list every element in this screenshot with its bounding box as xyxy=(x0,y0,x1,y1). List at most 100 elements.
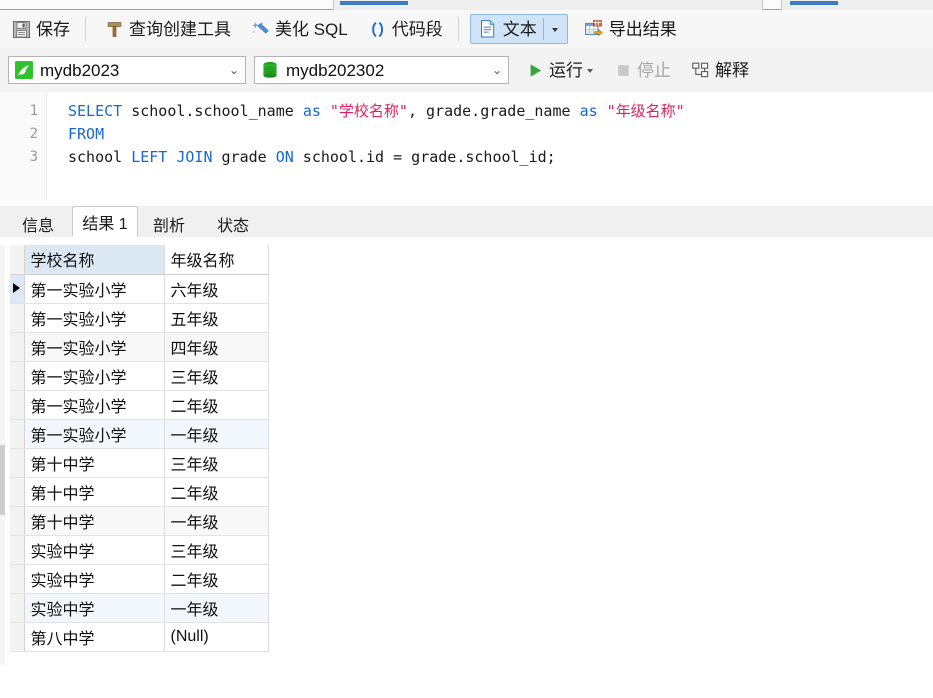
table-cell[interactable]: 第一实验小学 xyxy=(24,332,165,362)
table-row[interactable]: 第一实验小学 五年级 xyxy=(10,303,269,333)
table-cell[interactable]: 实验中学 xyxy=(24,564,165,594)
row-gutter-cell[interactable] xyxy=(10,303,25,333)
row-gutter-cell[interactable] xyxy=(10,390,25,420)
tab-fragment-right[interactable] xyxy=(762,0,782,10)
table-cell[interactable]: 第一实验小学 xyxy=(24,390,165,420)
row-gutter-cell[interactable] xyxy=(10,274,25,304)
save-button[interactable]: 保存 xyxy=(4,14,78,44)
tab-status-label: 状态 xyxy=(216,217,249,235)
result-table: 学校名称 年级名称 第一实验小学 六年级 第一实验小学 五年级 第一实验小学 四年级 第一实… xyxy=(10,245,269,652)
stop-button[interactable]: 停止 xyxy=(607,55,679,85)
table-row[interactable]: 实验中学 一年级 xyxy=(10,593,269,623)
table-cell[interactable]: 三年级 xyxy=(164,448,269,478)
row-gutter-cell[interactable] xyxy=(10,419,25,449)
row-gutter-cell[interactable] xyxy=(10,332,25,362)
table-cell[interactable]: 一年级 xyxy=(164,419,269,449)
connection-select-value: mydb2023 xyxy=(40,60,120,80)
export-grid-icon xyxy=(584,20,603,37)
table-row[interactable]: 第一实验小学 三年级 xyxy=(10,361,269,391)
table-cell[interactable]: 实验中学 xyxy=(24,593,165,623)
cell-null[interactable]: (Null) xyxy=(164,622,269,652)
table-row[interactable]: 第一实验小学 六年级 xyxy=(10,274,269,304)
toolbar-separator-1 xyxy=(85,17,86,41)
chevron-down-icon[interactable]: ⌄ xyxy=(223,64,245,76)
sql-editor[interactable]: 1 SELECT school.school_name as "学校名称", gr… xyxy=(0,92,933,200)
parentheses-icon xyxy=(371,21,383,37)
table-row[interactable]: 第一实验小学 四年级 xyxy=(10,332,269,362)
tab-result-1[interactable]: 结果 1 xyxy=(72,206,138,237)
table-cell[interactable]: 第一实验小学 xyxy=(24,361,165,391)
table-row[interactable]: 实验中学 二年级 xyxy=(10,564,269,594)
grid-scrollbar-thumb[interactable] xyxy=(0,445,5,515)
sql-line-text: FROM xyxy=(68,125,105,143)
row-gutter-cell[interactable] xyxy=(10,535,25,565)
table-cell[interactable]: 第十中学 xyxy=(24,506,165,536)
mysql-dolphin-icon xyxy=(15,61,33,79)
text-view-split-divider xyxy=(542,18,544,40)
magic-wand-icon xyxy=(252,21,269,33)
table-row[interactable]: 第一实验小学 二年级 xyxy=(10,390,269,420)
chevron-down-icon[interactable] xyxy=(551,28,558,32)
tab-result-1-label: 结果 1 xyxy=(82,215,128,233)
table-cell[interactable]: 第八中学 xyxy=(24,622,165,652)
table-row[interactable]: 第一实验小学 一年级 xyxy=(10,419,269,449)
table-header-row: 学校名称 年级名称 xyxy=(10,245,269,275)
chevron-down-icon[interactable] xyxy=(587,69,593,73)
query-builder-label: 查询创建工具 xyxy=(129,19,231,39)
tab-fragment-left[interactable] xyxy=(0,0,334,10)
connection-select[interactable]: mydb2023 ⌄ xyxy=(8,56,246,84)
table-cell[interactable]: 第一实验小学 xyxy=(24,419,165,449)
table-cell[interactable]: 六年级 xyxy=(164,274,269,304)
table-cell[interactable]: 四年级 xyxy=(164,332,269,362)
table-cell[interactable]: 第一实验小学 xyxy=(24,303,165,333)
table-cell[interactable]: 一年级 xyxy=(164,593,269,623)
text-view-button[interactable]: 文本 xyxy=(469,14,568,44)
row-gutter-cell[interactable] xyxy=(10,593,25,623)
tab-accent-bar-1 xyxy=(340,1,408,5)
text-view-label: 文本 xyxy=(502,19,537,39)
table-cell[interactable]: 二年级 xyxy=(164,390,269,420)
line-number: 1 xyxy=(29,103,38,119)
row-gutter-cell[interactable] xyxy=(10,361,25,391)
table-row[interactable]: 第十中学 一年级 xyxy=(10,506,269,536)
toolbar-separator-2 xyxy=(457,17,459,41)
table-cell[interactable]: 第一实验小学 xyxy=(24,274,165,304)
table-cell[interactable]: 二年级 xyxy=(164,477,269,507)
table-row[interactable]: 第八中学 (Null) xyxy=(10,622,269,652)
result-table-body: 第一实验小学 六年级 第一实验小学 五年级 第一实验小学 四年级 第一实验小学 三年级 第一实验… xyxy=(10,274,269,652)
row-gutter-cell[interactable] xyxy=(10,448,25,478)
column-header-school[interactable]: 学校名称 xyxy=(24,245,165,275)
result-grid[interactable]: 学校名称 年级名称 第一实验小学 六年级 第一实验小学 五年级 第一实验小学 四年级 第一实… xyxy=(0,237,933,698)
table-cell[interactable]: 三年级 xyxy=(164,535,269,565)
query-builder-button[interactable]: 查询创建工具 xyxy=(97,14,239,44)
database-select[interactable]: mydb202302 ⌄ xyxy=(254,56,509,84)
table-row[interactable]: 实验中学 三年级 xyxy=(10,535,269,565)
row-gutter-cell[interactable] xyxy=(10,477,25,507)
table-cell[interactable]: 一年级 xyxy=(164,506,269,536)
table-row[interactable]: 第十中学 二年级 xyxy=(10,477,269,507)
table-cell[interactable]: 实验中学 xyxy=(24,535,165,565)
explain-button[interactable]: 解释 xyxy=(683,55,757,85)
table-cell[interactable]: 第十中学 xyxy=(24,448,165,478)
stop-icon xyxy=(618,64,629,76)
result-tab-bar: 信息 结果 1 剖析 状态 xyxy=(0,206,933,238)
beautify-sql-button[interactable]: 美化 SQL xyxy=(243,14,356,44)
table-cell[interactable]: 第十中学 xyxy=(24,477,165,507)
table-row[interactable]: 第十中学 三年级 xyxy=(10,448,269,478)
tab-status[interactable]: 状态 xyxy=(202,210,264,237)
run-button[interactable]: 运行 xyxy=(519,55,603,85)
grid-vertical-scrollbar[interactable] xyxy=(0,245,5,665)
table-cell[interactable]: 三年级 xyxy=(164,361,269,391)
row-gutter-cell[interactable] xyxy=(10,506,25,536)
table-cell[interactable]: 二年级 xyxy=(164,564,269,594)
export-results-button[interactable]: 导出结果 xyxy=(576,14,685,44)
tab-info[interactable]: 信息 xyxy=(6,210,70,237)
snippet-button[interactable]: 代码段 xyxy=(360,14,451,44)
tab-profile[interactable]: 剖析 xyxy=(140,210,198,237)
sql-line-text: school LEFT JOIN grade ON school.id = gr… xyxy=(68,148,556,166)
chevron-down-icon[interactable]: ⌄ xyxy=(486,64,508,76)
table-cell[interactable]: 五年级 xyxy=(164,303,269,333)
column-header-grade[interactable]: 年级名称 xyxy=(164,245,269,275)
row-gutter-cell[interactable] xyxy=(10,564,25,594)
row-gutter-cell[interactable] xyxy=(10,622,25,652)
